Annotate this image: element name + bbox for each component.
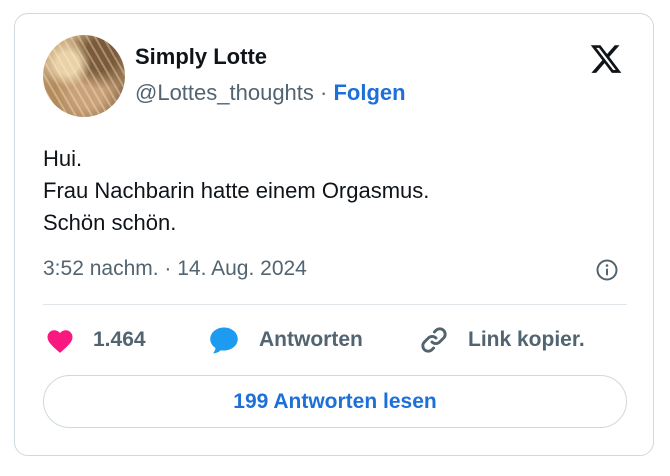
- author-handle[interactable]: @Lottes_thoughts: [135, 80, 314, 105]
- avatar[interactable]: [43, 35, 125, 117]
- link-icon: [421, 327, 447, 353]
- tweet-text: Hui. Frau Nachbarin hatte einem Orgasmus…: [43, 143, 429, 239]
- read-replies-button[interactable]: 199 Antworten lesen: [43, 375, 627, 428]
- tweet-line: Frau Nachbarin hatte einem Orgasmus.: [43, 178, 430, 203]
- x-logo-icon[interactable]: [587, 42, 625, 76]
- heart-icon: [47, 330, 73, 353]
- reply-label: Antworten: [259, 328, 363, 351]
- speech-bubble-icon: [210, 327, 238, 354]
- like-count: 1.464: [93, 328, 146, 351]
- copy-link-label: Link kopier.: [468, 328, 585, 351]
- handle-separator: ·: [320, 80, 328, 105]
- tweet-timestamp[interactable]: 3:52 nachm. · 14. Aug. 2024: [43, 257, 307, 281]
- tweet-line: Hui.: [43, 146, 83, 171]
- copy-link-button[interactable]: Link kopier.: [418, 324, 585, 356]
- follow-button[interactable]: Folgen: [333, 80, 405, 105]
- divider: [43, 304, 627, 305]
- author-handle-row: @Lottes_thoughts · Folgen: [135, 80, 406, 106]
- reply-button[interactable]: Antworten: [207, 324, 363, 356]
- tweet-line: Schön schön.: [43, 210, 177, 235]
- like-button[interactable]: 1.464: [45, 324, 146, 356]
- tweet-card: Simply Lotte @Lottes_thoughts · Folgen H…: [14, 13, 654, 456]
- author-name[interactable]: Simply Lotte: [135, 44, 267, 70]
- info-icon[interactable]: [595, 258, 619, 282]
